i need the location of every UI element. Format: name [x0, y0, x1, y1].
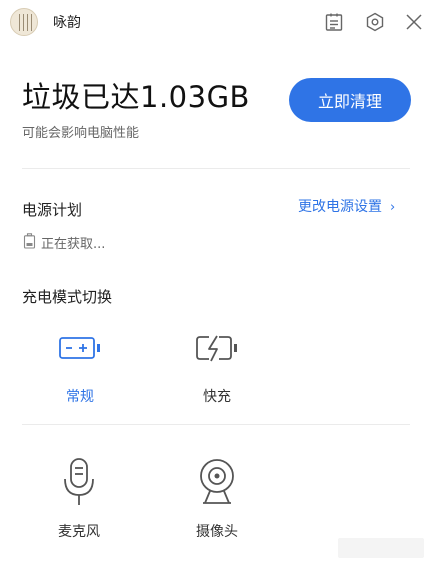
- power-plan-status: 正在获取...: [41, 237, 106, 252]
- username: 咏韵: [53, 15, 81, 31]
- device-camera-label: 摄像头: [196, 524, 238, 540]
- mode-fast-charge-label: 快充: [203, 389, 231, 405]
- divider: [22, 168, 410, 169]
- device-microphone-label: 麦克风: [58, 524, 100, 540]
- chevron-right-icon: ›: [390, 200, 396, 215]
- mode-normal[interactable]: 常规: [42, 330, 118, 410]
- title-bar: 咏韵: [0, 0, 429, 46]
- microphone-icon: [64, 458, 94, 505]
- change-power-settings-link[interactable]: 更改电源设置 ›: [298, 196, 395, 216]
- device-camera[interactable]: 摄像头: [177, 453, 257, 553]
- battery-status-icon: [23, 233, 36, 249]
- power-plan-title: 电源计划: [22, 201, 83, 219]
- device-microphone[interactable]: 麦克风: [39, 453, 119, 553]
- clean-now-button[interactable]: 立即清理: [289, 78, 411, 122]
- divider: [22, 424, 410, 425]
- clipboard-icon[interactable]: [323, 11, 345, 33]
- watermark: [338, 538, 424, 558]
- charge-mode-title: 充电模式切换: [22, 288, 113, 306]
- optimizer-panel: 咏韵 垃圾已达1.03GB 可能会影响电脑性能 立即清理 电源计划 更改电源设置…: [0, 0, 429, 563]
- fast-charge-icon: [196, 335, 237, 362]
- avatar[interactable]: [10, 8, 38, 36]
- mode-normal-label: 常规: [66, 389, 94, 405]
- close-icon[interactable]: [403, 11, 425, 33]
- battery-icon: [59, 337, 100, 359]
- camera-icon: [200, 459, 234, 504]
- gear-icon[interactable]: [364, 11, 386, 33]
- mode-fast-charge[interactable]: 快充: [179, 330, 255, 410]
- junk-size-title: 垃圾已达1.03GB: [22, 80, 250, 114]
- change-power-settings-label: 更改电源设置: [298, 199, 382, 215]
- junk-size-subtitle: 可能会影响电脑性能: [22, 126, 140, 141]
